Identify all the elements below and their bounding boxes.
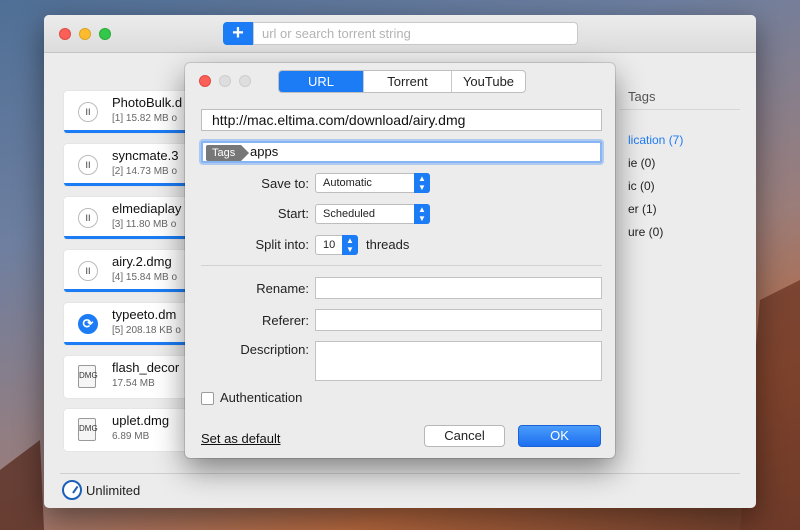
start-value: Scheduled [323,208,375,220]
list-item[interactable]: II elmediaplay [3] 11.80 MB o [64,197,204,239]
minimize-button[interactable] [79,28,91,40]
tag-item[interactable]: ure (0) [628,225,663,239]
file-size: [5] 208.18 KB o [112,325,181,336]
referer-label: Referer: [262,313,309,328]
tags-field[interactable]: Tags apps [201,141,602,163]
tag-item[interactable]: lication (7) [628,133,683,147]
cancel-button[interactable]: Cancel [424,425,505,447]
url-field[interactable]: http://mac.eltima.com/download/airy.dmg [201,109,602,131]
file-name: PhotoBulk.d [112,95,183,110]
file-size: 17.54 MB [112,378,155,389]
tags-value: apps [250,144,279,159]
pause-icon[interactable]: II [78,102,98,122]
list-item[interactable]: ⟳ typeeto.dm [5] 208.18 KB o [64,303,204,345]
progress-bar [64,236,204,239]
progress-bar [64,130,204,133]
progress-bar [64,342,204,345]
chevron-updown-icon: ▲ ▼ [414,173,430,193]
file-size: [3] 11.80 MB o [112,219,177,230]
split-value: 10 [323,239,336,251]
zoom-button [239,75,251,87]
split-label: Split into: [255,237,309,252]
tag-item[interactable]: ic (0) [628,179,655,193]
referer-input[interactable] [315,309,602,331]
progress-bar [64,289,204,292]
description-label: Description: [240,342,309,357]
file-icon: DMG [78,365,98,388]
start-select[interactable]: Scheduled ▲ ▼ [315,204,430,224]
close-button[interactable] [59,28,71,40]
zoom-button[interactable] [99,28,111,40]
footer-divider [60,473,740,474]
chevron-updown-icon[interactable]: ▲ ▼ [342,235,358,255]
divider [201,265,602,266]
file-name: typeeto.dm [112,307,177,322]
file-name: syncmate.3 [112,148,179,163]
add-download-dialog: URL Torrent YouTube http://mac.eltima.co… [185,63,615,458]
save-to-select[interactable]: Automatic ▲ ▼ [315,173,430,193]
tags-header: Tags [628,89,656,104]
pause-icon[interactable]: II [78,155,98,175]
start-label: Start: [277,206,309,221]
file-name: flash_decor [112,360,180,375]
split-suffix: threads [366,237,410,252]
split-stepper[interactable]: 10 ▲ ▼ [315,235,358,255]
list-item[interactable]: II syncmate.3 [2] 14.73 MB o [64,144,204,186]
file-icon: DMG [78,418,98,441]
close-button[interactable] [199,75,211,87]
description-input[interactable] [315,341,602,381]
title-bar: + url or search torrent string [44,15,756,53]
save-to-label: Save to: [261,176,309,191]
file-size: [4] 15.84 MB o [112,272,178,283]
list-item[interactable]: DMG flash_decor 17.54 MB [64,356,204,398]
tag-item[interactable]: er (1) [628,202,657,216]
speedometer-icon[interactable] [62,480,82,500]
divider [620,109,740,110]
file-name: airy.2.dmg [112,254,172,269]
list-item[interactable]: II airy.2.dmg [4] 15.84 MB o [64,250,204,292]
pause-icon[interactable]: II [78,208,98,228]
file-name: elmediaplay [112,201,182,216]
refresh-icon[interactable]: ⟳ [78,314,98,334]
rename-input[interactable] [315,277,602,299]
tag-item[interactable]: ie (0) [628,156,655,170]
file-size: [2] 14.73 MB o [112,166,178,177]
file-size: [1] 15.82 MB o [112,113,178,124]
tab-url[interactable]: URL [279,71,364,92]
speed-limit-label[interactable]: Unlimited [86,483,140,498]
ok-button[interactable]: OK [518,425,601,447]
set-as-default-link[interactable]: Set as default [201,431,281,446]
plus-icon[interactable]: + [223,22,253,45]
url-search-input[interactable]: url or search torrent string [253,22,578,45]
file-size: 6.89 MB [112,431,150,442]
pause-icon[interactable]: II [78,261,98,281]
progress-bar [64,183,204,186]
minimize-button [219,75,231,87]
rename-label: Rename: [256,281,309,296]
source-tabs: URL Torrent YouTube [278,70,526,93]
list-item[interactable]: DMG uplet.dmg 6.89 MB [64,409,204,451]
tab-youtube[interactable]: YouTube [452,71,525,92]
file-name: uplet.dmg [112,413,170,428]
authentication-label[interactable]: Authentication [220,390,302,405]
tab-torrent[interactable]: Torrent [364,71,452,92]
save-to-value: Automatic [323,177,372,189]
tags-chip: Tags [206,145,250,161]
list-item[interactable]: II PhotoBulk.d [1] 15.82 MB o [64,91,204,133]
chevron-updown-icon: ▲ ▼ [414,204,430,224]
authentication-checkbox[interactable] [201,392,214,405]
